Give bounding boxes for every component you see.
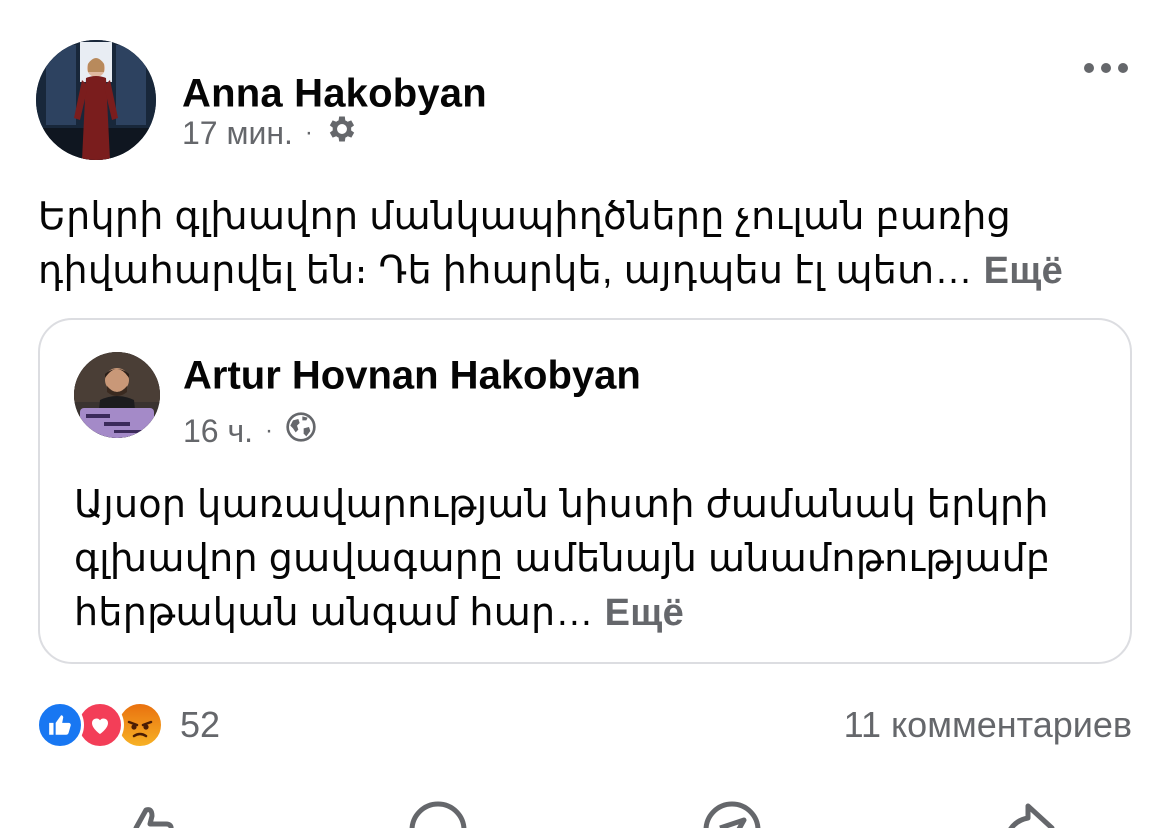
gear-icon[interactable] (325, 112, 359, 154)
shared-post-text: Այսօր կառավարության նիստի ժամանակ երկրի … (74, 478, 1104, 640)
shared-see-more-link[interactable]: Ещё (605, 592, 684, 634)
reactions-summary[interactable]: 52 (36, 700, 220, 750)
shared-post-time[interactable]: 16 ч. (183, 413, 253, 450)
like-action-icon[interactable] (116, 798, 180, 828)
comment-action-icon[interactable] (406, 798, 470, 828)
share-action-icon[interactable] (996, 798, 1060, 828)
see-more-link[interactable]: Ещё (984, 250, 1063, 292)
globe-icon (285, 411, 317, 451)
shared-author-name[interactable]: Artur Hovnan Hakobyan (183, 354, 641, 399)
shared-author-avatar[interactable] (74, 352, 160, 438)
send-action-icon[interactable] (700, 798, 764, 828)
author-avatar[interactable] (36, 40, 156, 160)
post-text: Երկրի գլխավոր մանկապիղծները չուլան բառից… (38, 190, 1128, 298)
meta-separator: · (304, 119, 313, 146)
post-header: Anna Hakobyan 17 мин. · (36, 40, 1136, 165)
more-options-icon[interactable] (1076, 54, 1136, 82)
post-meta: 17 мин. · (182, 115, 359, 151)
post-body: Երկրի գլխավոր մանկապիղծները չուլան բառից… (38, 196, 1011, 292)
comments-count[interactable]: 11 комментариев (844, 700, 1132, 750)
post-time[interactable]: 17 мин. (182, 115, 293, 152)
shared-post-meta: 16 ч. · (183, 411, 317, 451)
author-name[interactable]: Anna Hakobyan (182, 72, 487, 117)
reaction-count[interactable]: 52 (180, 704, 220, 746)
shared-post-card[interactable]: Artur Hovnan Hakobyan 16 ч. · Այսօր կառա… (38, 318, 1132, 664)
like-icon (36, 701, 84, 749)
post-container: Anna Hakobyan 17 мин. · Երկրի գլխավոր մա… (0, 0, 1170, 828)
meta-separator: · (265, 417, 274, 444)
shared-post-body: Այսօր կառավարության նիստի ժամանակ երկրի … (74, 484, 1051, 634)
